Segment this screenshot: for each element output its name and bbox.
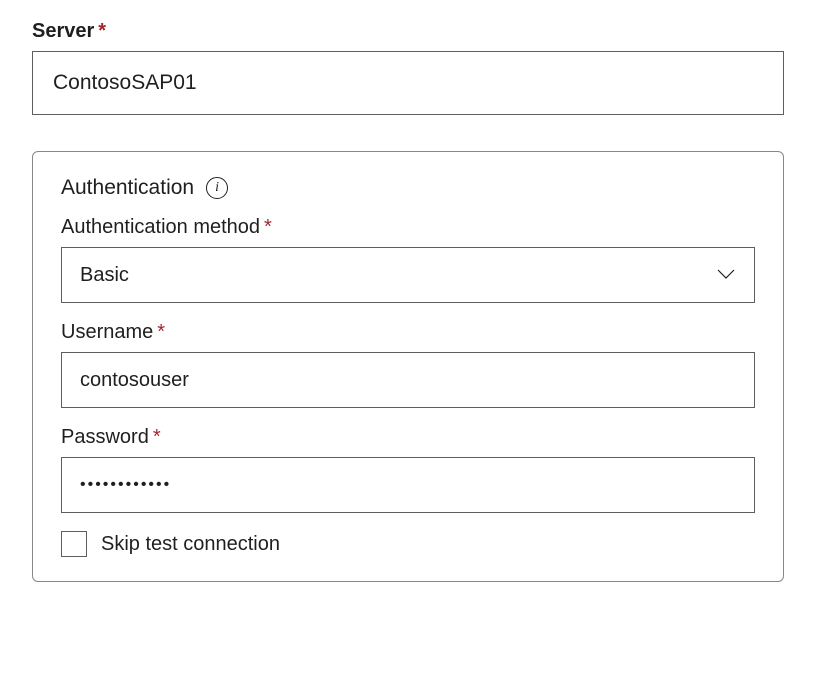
required-indicator: * bbox=[153, 426, 161, 448]
authentication-method-select[interactable]: Basic bbox=[61, 247, 755, 303]
authentication-method-label: Authentication method* bbox=[61, 216, 755, 239]
required-indicator: * bbox=[98, 20, 106, 42]
password-label-text: Password bbox=[61, 426, 149, 448]
username-field-group: Username* bbox=[61, 321, 755, 408]
skip-test-connection-label: Skip test connection bbox=[101, 533, 280, 556]
username-input[interactable] bbox=[61, 352, 755, 408]
password-input[interactable] bbox=[61, 457, 755, 513]
server-label-text: Server bbox=[32, 20, 94, 42]
server-field-group: Server* bbox=[32, 20, 784, 115]
username-label-text: Username bbox=[61, 321, 153, 343]
authentication-method-label-text: Authentication method bbox=[61, 216, 260, 238]
skip-test-connection-checkbox[interactable] bbox=[61, 531, 87, 557]
password-label: Password* bbox=[61, 426, 755, 449]
skip-test-connection-row: Skip test connection bbox=[61, 531, 755, 557]
required-indicator: * bbox=[157, 321, 165, 343]
authentication-panel-title: Authentication bbox=[61, 176, 194, 200]
required-indicator: * bbox=[264, 216, 272, 238]
username-label: Username* bbox=[61, 321, 755, 344]
server-input[interactable] bbox=[32, 51, 784, 115]
server-label: Server* bbox=[32, 20, 784, 43]
password-field-group: Password* bbox=[61, 426, 755, 513]
authentication-panel: Authentication i Authentication method* … bbox=[32, 151, 784, 582]
authentication-method-field-group: Authentication method* Basic bbox=[61, 216, 755, 303]
authentication-method-select-wrap: Basic bbox=[61, 247, 755, 303]
authentication-panel-header: Authentication i bbox=[61, 176, 755, 200]
info-icon[interactable]: i bbox=[206, 177, 228, 199]
